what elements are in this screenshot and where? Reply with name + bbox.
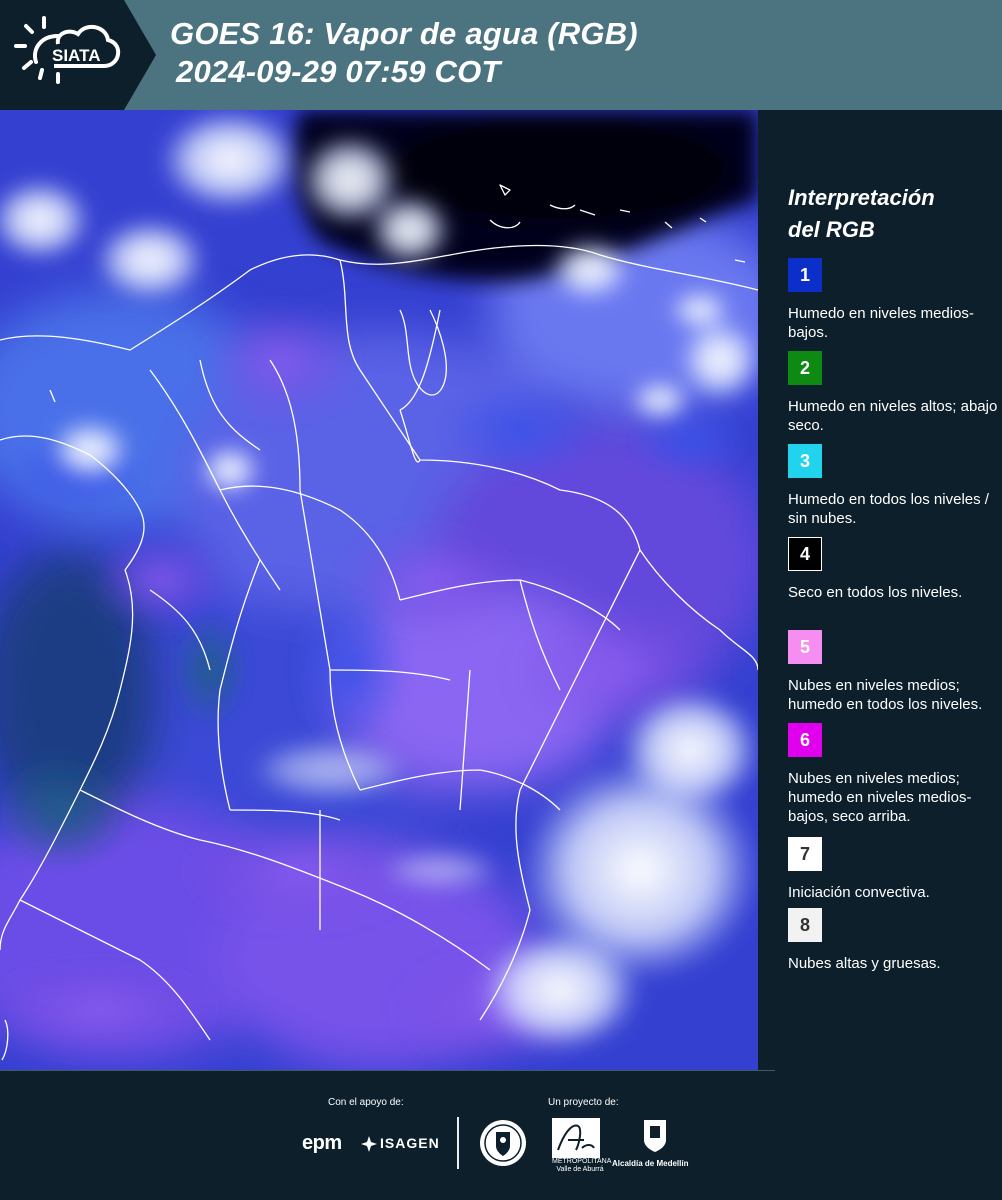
project-label: Un proyecto de: — [548, 1097, 619, 1108]
logo-text: SIATA — [52, 46, 100, 65]
legend-panel: Interpretación del RGB 1 Humedo en nivele… — [758, 110, 1002, 1070]
page-subtitle-datetime: 2024-09-29 07:59 COT — [176, 54, 501, 89]
alcaldia-medellin-label: Alcaldía de Medellín — [612, 1159, 689, 1168]
legend-swatch: 8 — [788, 908, 822, 942]
area-metropolitana-label: METROPOLITANA Valle de Aburrá — [552, 1158, 612, 1173]
footer: Con el apoyo de: Un proyecto de: epm ISA… — [0, 1070, 1002, 1200]
legend-swatch: 2 — [788, 351, 822, 385]
legend-swatch: 1 — [788, 258, 822, 292]
legend-swatch: 7 — [788, 837, 822, 871]
legend-swatch: 4 — [788, 537, 822, 571]
legend-description: Iniciación convectiva. — [788, 884, 930, 901]
legend-item-2: 2 Humedo en niveles altos; abajo seco. — [788, 351, 998, 435]
legend-description: Nubes en niveles medios; humedo en todos… — [788, 677, 983, 713]
header-logo-badge: SIATA — [0, 0, 156, 110]
alcaldia-shield-icon — [644, 1120, 666, 1152]
university-seal-icon — [480, 1120, 526, 1166]
legend-description: Humedo en niveles altos; abajo seco. — [788, 398, 998, 434]
legend-item-5: 5 Nubes en niveles medios; humedo en todo… — [788, 630, 998, 714]
legend-title: Interpretación del RGB — [788, 185, 935, 242]
satellite-map — [0, 110, 758, 1070]
area-metropolitana-logo — [552, 1118, 600, 1158]
page-title: GOES 16: Vapor de agua (RGB) — [170, 16, 638, 51]
footer-vertical-divider — [457, 1117, 459, 1169]
legend-description: Nubes en niveles medios; humedo en nivel… — [788, 770, 972, 825]
footer-divider-line — [0, 1070, 775, 1071]
header-bar: SIATA GOES 16: Vapor de agua (RGB) 2024-… — [0, 0, 1002, 110]
legend-item-7: 7 Iniciación convectiva. — [788, 837, 998, 902]
legend-item-6: 6 Nubes en niveles medios; humedo en nive… — [788, 723, 998, 826]
legend-item-4: 4 Seco en todos los niveles. — [788, 537, 998, 602]
legend-item-3: 3 Humedo en todos los niveles / sin nubes… — [788, 444, 998, 528]
water-vapor-imagery — [0, 110, 758, 1070]
legend-swatch: 3 — [788, 444, 822, 478]
support-label: Con el apoyo de: — [328, 1097, 404, 1108]
legend-description: Humedo en todos los niveles / sin nubes. — [788, 491, 989, 527]
legend-swatch: 6 — [788, 723, 822, 757]
legend-swatch: 5 — [788, 630, 822, 664]
legend-description: Seco en todos los niveles. — [788, 584, 963, 601]
isagen-logo-icon — [361, 1136, 377, 1152]
legend-description: Nubes altas y gruesas. — [788, 955, 941, 972]
isagen-logo: ISAGEN — [380, 1135, 440, 1151]
legend-item-1: 1 Humedo en niveles medios-bajos. — [788, 258, 998, 342]
legend-description: Humedo en niveles medios-bajos. — [788, 305, 974, 341]
legend-item-8: 8 Nubes altas y gruesas. — [788, 908, 998, 973]
epm-logo: epm — [302, 1132, 342, 1154]
